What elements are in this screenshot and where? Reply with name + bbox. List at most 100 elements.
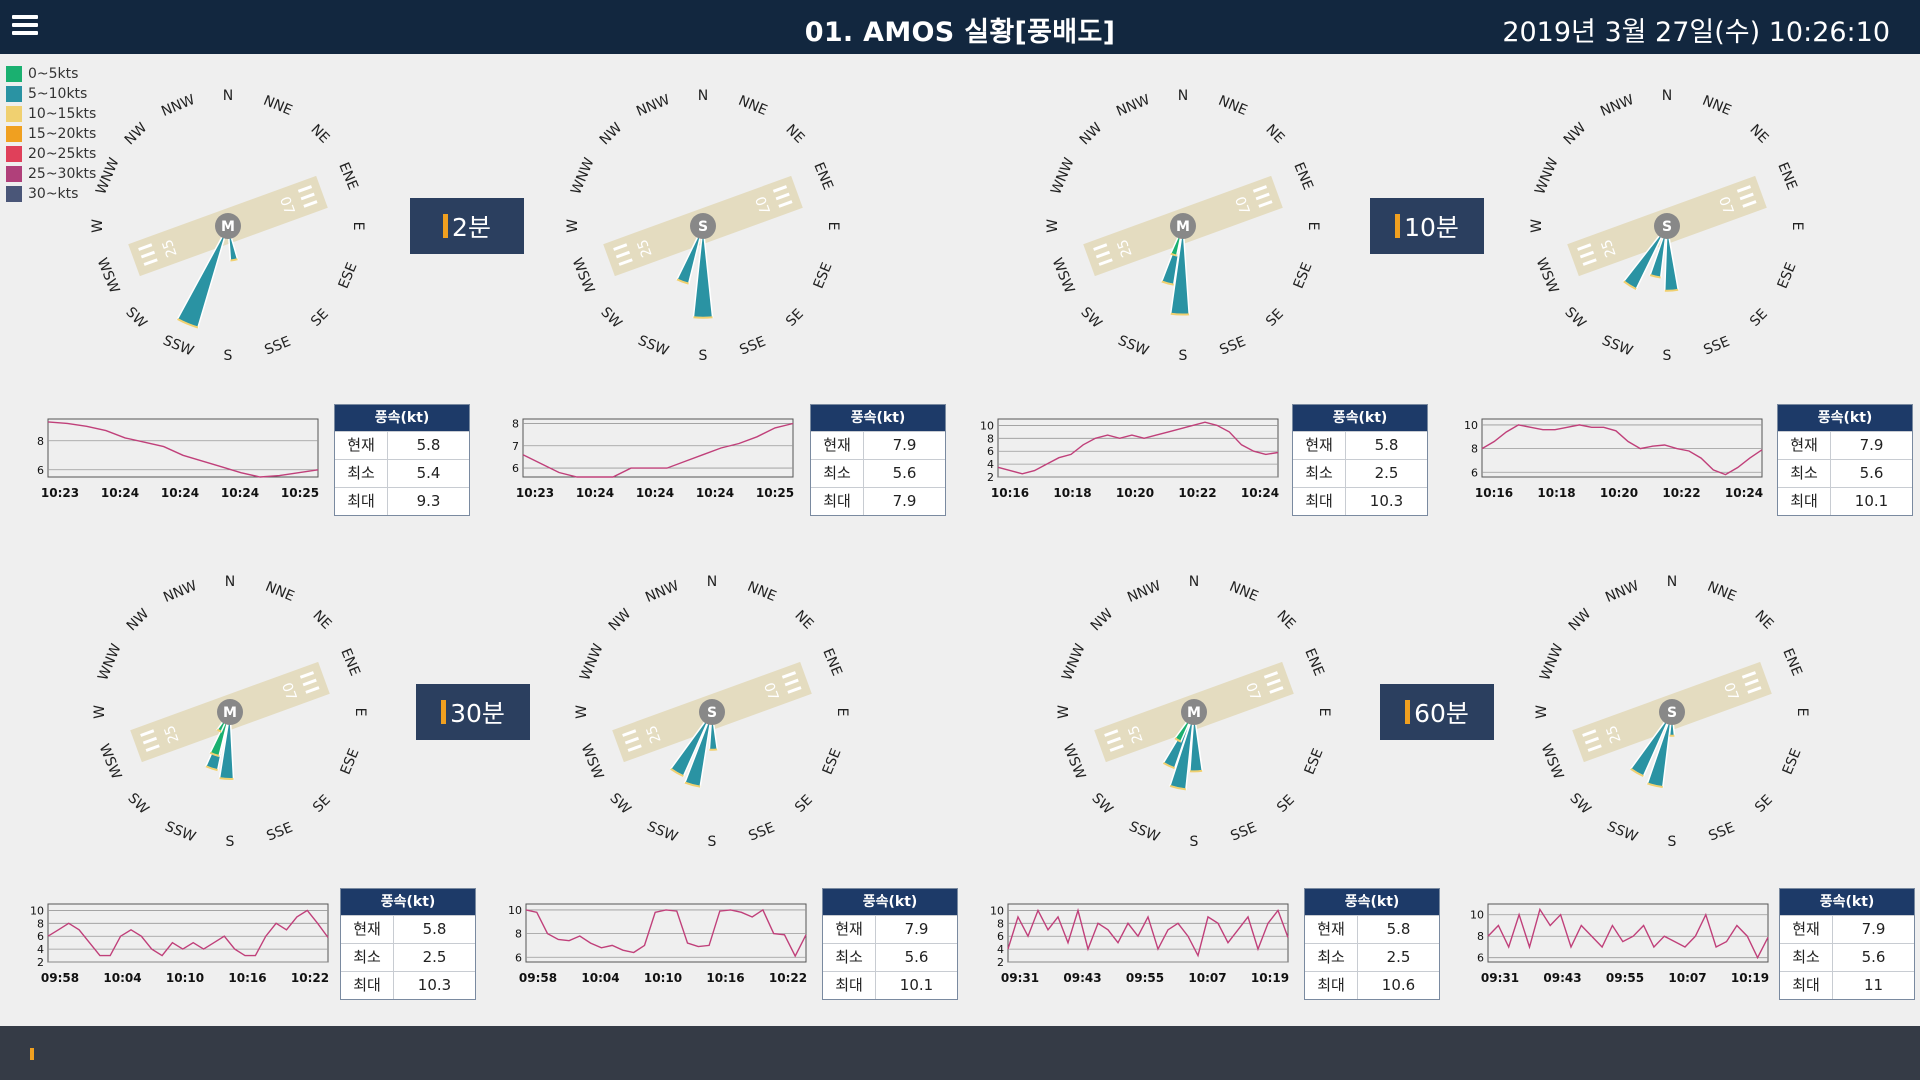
sparkline-xtick: 10:18: [1053, 486, 1091, 500]
sparkline-xtick: 10:16: [1475, 486, 1513, 500]
stats-value: 5.6: [1859, 464, 1884, 482]
sparkline-ytick: 8: [997, 917, 1004, 930]
compass-label: SW: [1088, 790, 1115, 817]
sparkline-ytick: 7: [512, 440, 519, 453]
stats-row-max: 최대 10.1: [823, 971, 957, 999]
compass-label: WNW: [568, 155, 597, 197]
compass-label: SE: [1274, 792, 1298, 816]
compass-label: WNW: [95, 641, 124, 683]
wind-rose-petal-edge: [1664, 288, 1679, 292]
wind-speed-sparkline: 246810 10:16 10:18 10:20 10:22 10:24: [980, 418, 1279, 500]
legend-swatch: [6, 66, 22, 82]
wind-rose-center-label: S: [707, 705, 717, 721]
compass-label: NE: [1262, 122, 1287, 147]
stats-row-min: 최소 2.5: [341, 943, 475, 971]
compass-label: SSE: [746, 820, 777, 845]
legend-label: 30~kts: [28, 186, 79, 202]
stats-row-min: 최소 5.4: [335, 459, 469, 487]
wind-speed-sparkline: 6 8 10 09:58 10:04 10:10 10:16 10:22: [508, 903, 807, 985]
wind-rose-petal-edge: [219, 777, 234, 780]
wind-rose-petal-edge: [693, 316, 713, 319]
compass-label: W: [1045, 219, 1061, 233]
sparkline-xtick: 10:25: [281, 486, 319, 500]
compass-label: NE: [1273, 608, 1298, 633]
stats-value: 10.1: [899, 976, 934, 994]
compass-label: E: [352, 708, 368, 717]
stats-key: 최소: [811, 460, 864, 487]
stats-row-min: 최소 5.6: [1778, 459, 1912, 487]
compass-label: NNW: [1598, 92, 1636, 120]
stats-value: 5.8: [1374, 436, 1399, 454]
sparkline-ytick: 6: [997, 930, 1004, 943]
stats-value: 10.1: [1854, 492, 1889, 510]
footer-indicator: [30, 1048, 34, 1060]
sparkline-series: [1487, 907, 1769, 960]
sparkline-frame: [47, 903, 329, 963]
stats-key: 최대: [1780, 972, 1833, 999]
wind-speed-stats: 풍속(kt) 현재 5.8 최소 2.5 최대 10.6: [1304, 888, 1440, 1000]
stats-value: 7.9: [892, 492, 917, 510]
stats-value: 7.9: [892, 436, 917, 454]
wind-rose: N NNENEENEEESESESSESSSWSWWSWWWNWNWNNW2507…: [1056, 574, 1332, 850]
sparkline-xtick: 10:04: [103, 971, 141, 985]
wind-rose-petal-edge: [1189, 769, 1203, 773]
wind-rose-center-label: M: [1176, 219, 1190, 235]
sparkline-xtick: 10:04: [581, 971, 619, 985]
sparkline-series: [522, 422, 794, 478]
stats-value: 7.9: [904, 920, 929, 938]
wind-speed-stats: 풍속(kt) 현재 7.9 최소 5.6 최대 11: [1779, 888, 1915, 1000]
stats-row-min: 최소 5.6: [1780, 943, 1914, 971]
compass-label: ESE: [1775, 260, 1800, 291]
sparkline-xtick: 10:22: [291, 971, 329, 985]
sparkline-ytick: 2: [997, 956, 1004, 969]
compass-label: N: [707, 574, 717, 590]
sparkline-ytick: 4: [997, 943, 1004, 956]
stats-key: 최소: [335, 460, 388, 487]
compass-label: WNW: [1059, 641, 1088, 683]
sparkline-xtick: 09:43: [1063, 971, 1101, 985]
sparkline-xtick: 10:16: [228, 971, 266, 985]
legend-label: 0~5kts: [28, 66, 79, 82]
sparkline-xtick: 10:16: [706, 971, 744, 985]
sparkline-ytick: 2: [987, 471, 994, 484]
group-label-60min: 60분: [1380, 684, 1494, 740]
sparkline-xtick: 10:20: [1116, 486, 1154, 500]
stats-value: 7.9: [1859, 436, 1884, 454]
stats-row-current: 현재 5.8: [341, 915, 475, 943]
sparkline-xtick: 09:31: [1481, 971, 1519, 985]
compass-label: WNW: [1532, 155, 1561, 197]
sparkline-xtick: 10:24: [696, 486, 734, 500]
wind-rose-center-label: M: [221, 219, 235, 235]
sparkline-ytick: 10: [1464, 419, 1478, 432]
legend-swatch: [6, 106, 22, 122]
stats-row-max: 최대 10.3: [1293, 487, 1427, 515]
sparkline-xtick: 09:55: [1126, 971, 1164, 985]
stats-header: 풍속(kt): [823, 889, 957, 915]
sparkline-ytick: 8: [515, 928, 522, 941]
sparkline-xtick: 10:16: [991, 486, 1029, 500]
compass-label: SSE: [1706, 820, 1737, 845]
compass-label: NNW: [159, 92, 197, 120]
compass-label: NW: [606, 606, 635, 635]
sparkline-ytick: 8: [1477, 930, 1484, 943]
compass-label: N: [223, 88, 233, 104]
compass-label: WSW: [578, 742, 607, 782]
compass-label: NW: [122, 120, 151, 149]
stats-key: 최소: [1780, 944, 1833, 971]
compass-label: ESE: [338, 746, 363, 777]
compass-label: NNW: [1114, 92, 1152, 120]
stats-row-current: 현재 5.8: [1293, 431, 1427, 459]
compass-label: SE: [1752, 792, 1776, 816]
compass-label: ENE: [1290, 160, 1316, 192]
sparkline-frame: [1481, 418, 1763, 478]
compass-label: SW: [1077, 304, 1104, 331]
sparkline-ytick: 4: [37, 943, 44, 956]
sparkline-ytick: 8: [37, 435, 44, 448]
stats-key: 최대: [335, 488, 388, 515]
compass-label: N: [1189, 574, 1199, 590]
wind-rose: N NNENEENEEESESESSESSSWSWWSWWWNWNWNNW2507…: [565, 88, 841, 364]
compass-label: NE: [307, 122, 332, 147]
stats-value: 7.9: [1861, 920, 1886, 938]
stats-key: 최대: [823, 972, 876, 999]
wind-rose-petal-edge: [230, 258, 238, 262]
